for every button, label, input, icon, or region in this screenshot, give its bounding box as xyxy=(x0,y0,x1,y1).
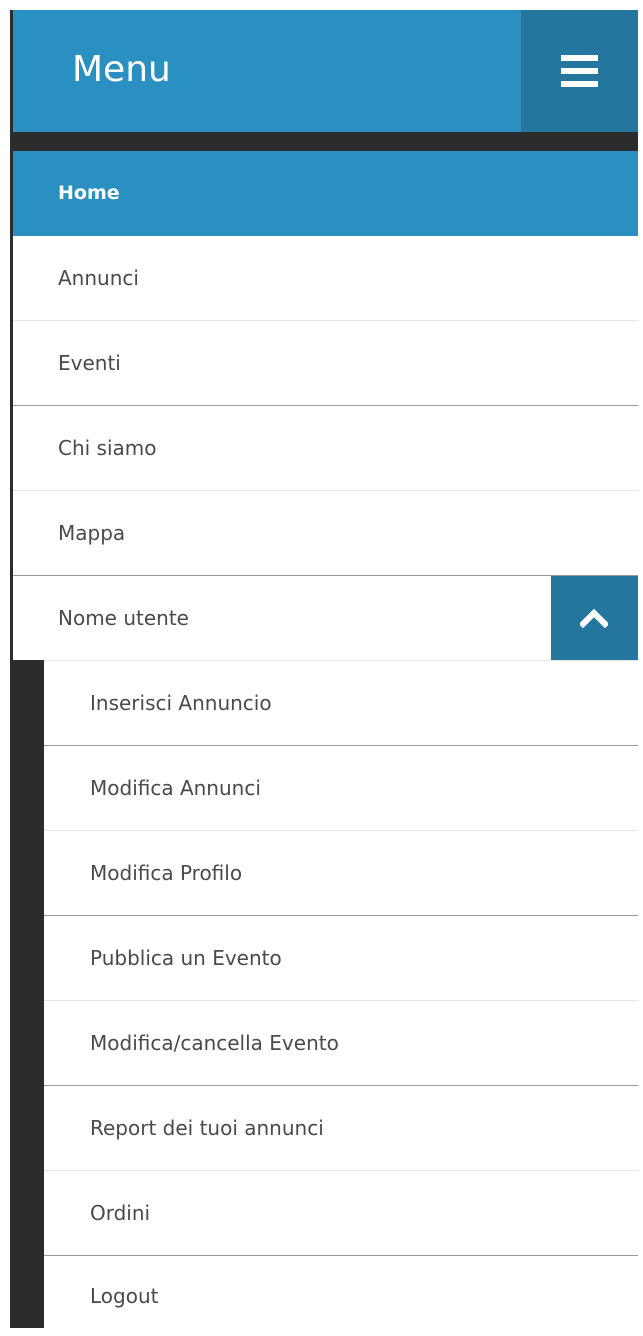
header-divider-band xyxy=(13,132,638,151)
submenu-item-label: Modifica/cancella Evento xyxy=(90,1031,339,1055)
nav-item-label: Annunci xyxy=(58,266,139,290)
nav-item-mappa[interactable]: Mappa xyxy=(13,491,638,576)
mobile-menu-panel: Menu Home Annunci Eventi Chi siamo Mappa… xyxy=(10,10,638,1328)
nav-item-label: Chi siamo xyxy=(58,436,157,460)
nav-item-chi-siamo[interactable]: Chi siamo xyxy=(13,406,638,491)
submenu-item-pubblica-evento[interactable]: Pubblica un Evento xyxy=(44,916,638,1001)
submenu-item-label: Inserisci Annuncio xyxy=(90,691,272,715)
submenu-item-label: Logout xyxy=(90,1284,159,1308)
submenu-collapse-button[interactable] xyxy=(551,576,638,662)
nav-item-label: Nome utente xyxy=(58,606,189,630)
submenu-rail xyxy=(13,660,44,1328)
submenu-item-label: Pubblica un Evento xyxy=(90,946,282,970)
submenu-item-inserisci-annuncio[interactable]: Inserisci Annuncio xyxy=(44,661,638,746)
nav-item-nome-utente[interactable]: Nome utente xyxy=(13,576,638,662)
submenu-item-modifica-cancella-evento[interactable]: Modifica/cancella Evento xyxy=(44,1001,638,1086)
submenu-item-report-annunci[interactable]: Report dei tuoi annunci xyxy=(44,1086,638,1171)
submenu-item-label: Modifica Profilo xyxy=(90,861,243,885)
nav-item-home[interactable]: Home xyxy=(13,151,638,236)
hamburger-icon xyxy=(561,55,598,87)
nav-item-label: Eventi xyxy=(58,351,121,375)
submenu-item-modifica-annunci[interactable]: Modifica Annunci xyxy=(44,746,638,831)
nav-item-annunci[interactable]: Annunci xyxy=(13,236,638,321)
submenu-item-label: Report dei tuoi annunci xyxy=(90,1116,324,1140)
nav-item-label: Mappa xyxy=(58,521,126,545)
menu-header: Menu xyxy=(13,10,638,132)
submenu-item-label: Ordini xyxy=(90,1201,151,1225)
submenu-item-label: Modifica Annunci xyxy=(90,776,261,800)
chevron-up-icon xyxy=(580,608,608,628)
submenu-item-modifica-profilo[interactable]: Modifica Profilo xyxy=(44,831,638,916)
menu-title: Menu xyxy=(72,49,171,90)
menu-toggle-button[interactable] xyxy=(521,10,638,132)
submenu-item-ordini[interactable]: Ordini xyxy=(44,1171,638,1256)
submenu-item-logout[interactable]: Logout xyxy=(44,1256,638,1328)
nav-item-label: Home xyxy=(58,182,120,204)
nav-item-eventi[interactable]: Eventi xyxy=(13,321,638,406)
